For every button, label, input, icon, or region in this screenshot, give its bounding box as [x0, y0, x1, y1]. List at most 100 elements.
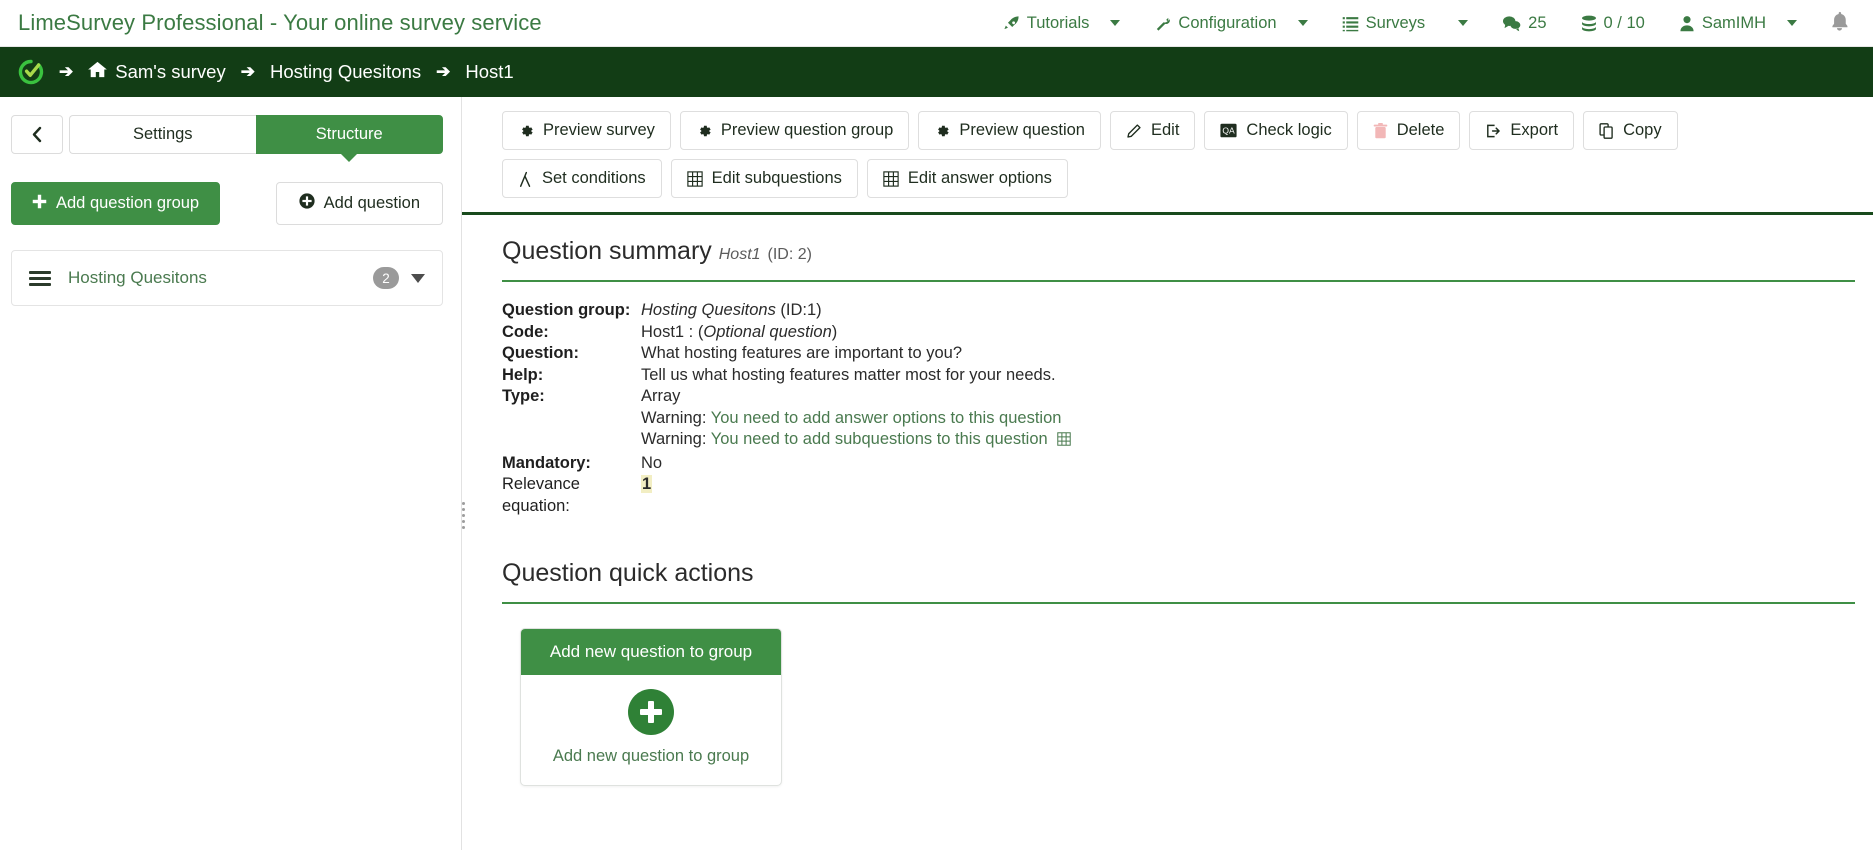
drag-handle-icon[interactable]: [29, 270, 51, 286]
nav-item-storage-quota[interactable]: 0 / 10: [1564, 8, 1662, 39]
edit-subquestions-button[interactable]: Edit subquestions: [670, 159, 858, 198]
summary-value-type: Array: [641, 387, 681, 405]
breadcrumb-separator-1: ➔: [240, 62, 255, 81]
edit-button[interactable]: Edit: [1109, 111, 1196, 150]
add-new-question-card[interactable]: Add new question to group Add new questi…: [520, 628, 782, 786]
summary-row-mandatory: Mandatory: No: [502, 453, 1855, 475]
nav-item-surveys[interactable]: Surveys: [1325, 8, 1486, 39]
breadcrumb-item-survey[interactable]: Sam's survey: [88, 61, 226, 83]
summary-row-warning-subquestions: Warning: You need to add subquestions to…: [502, 429, 1855, 453]
question-group-meta: 2: [373, 267, 425, 289]
edit-label: Edit: [1150, 121, 1180, 139]
summary-details: Question group: Hosting Quesitons (ID:1)…: [502, 300, 1855, 517]
warning-text-subquestions[interactable]: You need to add subquestions to this que…: [711, 430, 1048, 448]
summary-value-question-group-name: Hosting Quesitons: [641, 301, 776, 319]
nav-label-tutorials: Tutorials: [1026, 13, 1090, 32]
caret-down-icon[interactable]: [411, 273, 425, 283]
sidebar-collapse-button[interactable]: [11, 115, 63, 154]
question-toolbar: Preview survey Preview question group Pr…: [462, 111, 1873, 215]
user-icon: [1679, 15, 1695, 32]
conditions-icon: [518, 171, 533, 187]
add-question-group-label: Add question group: [56, 194, 200, 212]
nav-label-storage-quota: 0 / 10: [1603, 13, 1645, 32]
summary-value-code: Host1 : (Optional question): [641, 322, 837, 344]
grid-icon[interactable]: [1057, 431, 1072, 453]
summary-row-warning-answers: Warning: You need to add answer options …: [502, 408, 1855, 430]
relevance-equation-value: 1: [641, 475, 653, 493]
svg-text:QA: QA: [1223, 126, 1236, 136]
add-new-question-card-body[interactable]: Add new question to group: [521, 675, 781, 785]
tab-settings-label: Settings: [132, 125, 193, 143]
delete-label: Delete: [1396, 121, 1445, 139]
delete-button[interactable]: Delete: [1356, 111, 1461, 150]
limesurvey-logo-icon[interactable]: [18, 59, 44, 85]
tab-structure[interactable]: Structure: [255, 115, 443, 154]
summary-label-question: Question:: [502, 344, 579, 362]
check-logic-button[interactable]: QA Check logic: [1204, 111, 1348, 150]
plus-icon: [32, 194, 47, 214]
check-logic-label: Check logic: [1246, 121, 1332, 139]
plus-circle-icon[interactable]: [628, 689, 674, 735]
quick-actions-cards: Add new question to group Add new questi…: [502, 604, 1855, 786]
sidebar-action-buttons: Add question group Add question: [11, 182, 443, 225]
bell-icon[interactable]: [1814, 5, 1859, 42]
summary-value-question-group-id: (ID:1): [775, 301, 822, 319]
list-item[interactable]: Hosting Quesitons 2: [12, 251, 442, 305]
export-icon: [1485, 123, 1501, 139]
summary-label-spacer-1: [502, 408, 641, 430]
top-nav-items: Tutorials Configuration Surveys 25 0 / 1…: [986, 5, 1859, 42]
edit-answer-options-button[interactable]: Edit answer options: [866, 159, 1068, 198]
summary-value-warning-subquestions: Warning: You need to add subquestions to…: [641, 429, 1072, 453]
gear-icon: [518, 123, 534, 139]
summary-label-question-group: Question group:: [502, 301, 631, 319]
set-conditions-button[interactable]: Set conditions: [502, 159, 662, 198]
warning-prefix-subquestions: Warning:: [641, 430, 711, 448]
summary-row-type: Type: Array: [502, 386, 1855, 408]
nav-label-username: SamIMH: [1701, 13, 1766, 32]
nav-label-messages: 25: [1528, 13, 1547, 32]
tab-settings[interactable]: Settings: [69, 115, 256, 154]
database-icon: [1581, 15, 1597, 32]
nav-label-surveys: Surveys: [1365, 13, 1426, 32]
export-button[interactable]: Export: [1469, 111, 1575, 150]
nav-label-configuration: Configuration: [1178, 13, 1277, 32]
grid-icon: [686, 170, 703, 187]
preview-question-label: Preview question: [959, 121, 1085, 139]
add-question-button[interactable]: Add question: [275, 182, 443, 225]
summary-value-question: What hosting features are important to y…: [641, 344, 963, 362]
summary-value-mandatory: No: [641, 453, 663, 472]
preview-question-button[interactable]: Preview question: [918, 111, 1101, 150]
warning-prefix-answers: Warning:: [641, 408, 711, 427]
preview-survey-button[interactable]: Preview survey: [502, 111, 671, 150]
nav-item-tutorials[interactable]: Tutorials: [986, 8, 1138, 39]
summary-row-question-group: Question group: Hosting Quesitons (ID:1): [502, 300, 1855, 322]
summary-value-warning-answers: Warning: You need to add answer options …: [641, 408, 1061, 430]
gear-icon: [696, 123, 712, 139]
question-summary-section: Question summary Host1 (ID: 2) Question …: [462, 215, 1873, 786]
nav-item-user-menu[interactable]: SamIMH: [1662, 8, 1814, 39]
page-title-id: (ID: 2): [767, 246, 812, 263]
nav-item-messages[interactable]: 25: [1485, 8, 1563, 39]
chevron-left-icon: [32, 126, 41, 143]
breadcrumb-separator-2: ➔: [436, 62, 451, 81]
breadcrumb-separator-0: ➔: [59, 62, 74, 81]
summary-label-help: Help:: [502, 365, 544, 384]
summary-row-help: Help: Tell us what hosting features matt…: [502, 365, 1855, 387]
nav-item-configuration[interactable]: Configuration: [1137, 8, 1324, 39]
copy-button[interactable]: Copy: [1583, 111, 1678, 150]
breadcrumb-label-survey: Sam's survey: [115, 61, 226, 82]
edit-answer-options-label: Edit answer options: [907, 169, 1052, 187]
add-question-group-button[interactable]: Add question group: [11, 182, 221, 225]
breadcrumb-item-group[interactable]: Hosting Quesitons: [270, 61, 421, 83]
preview-question-group-button[interactable]: Preview question group: [679, 111, 910, 150]
sidebar: Settings Structure Add question group Ad…: [0, 97, 465, 850]
summary-label-mandatory: Mandatory:: [502, 453, 591, 472]
summary-value-question-group: Hosting Quesitons (ID:1): [641, 300, 822, 322]
summary-value-code-em: Optional question: [703, 322, 832, 341]
list-icon: [1342, 15, 1359, 32]
main-panel: Preview survey Preview question group Pr…: [462, 97, 1873, 850]
app-brand-title: LimeSurvey Professional - Your online su…: [18, 10, 542, 35]
warning-text-answers[interactable]: You need to add answer options to this q…: [711, 409, 1062, 427]
summary-row-code: Code: Host1 : (Optional question): [502, 322, 1855, 344]
question-group-list: Hosting Quesitons 2: [11, 250, 443, 306]
